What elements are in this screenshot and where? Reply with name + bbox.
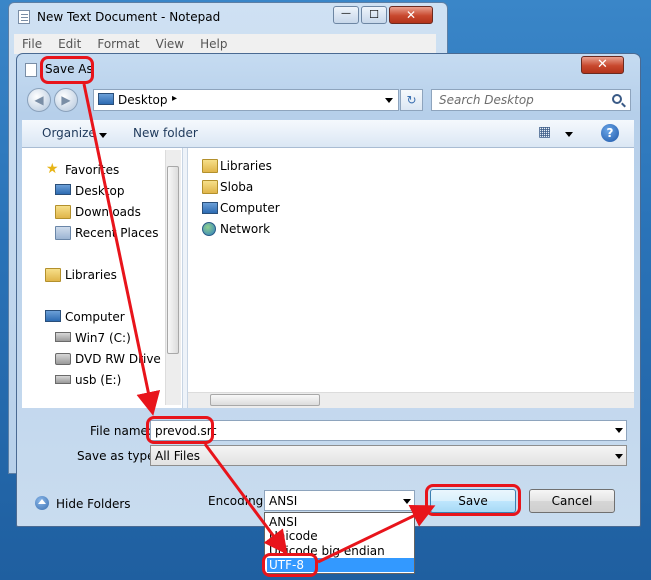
arrow-title-to-filename	[82, 83, 161, 416]
annotation-arrows	[82, 83, 436, 564]
arrow-filename-to-utf8	[203, 443, 288, 555]
arrow-utf8-to-save	[317, 505, 436, 564]
